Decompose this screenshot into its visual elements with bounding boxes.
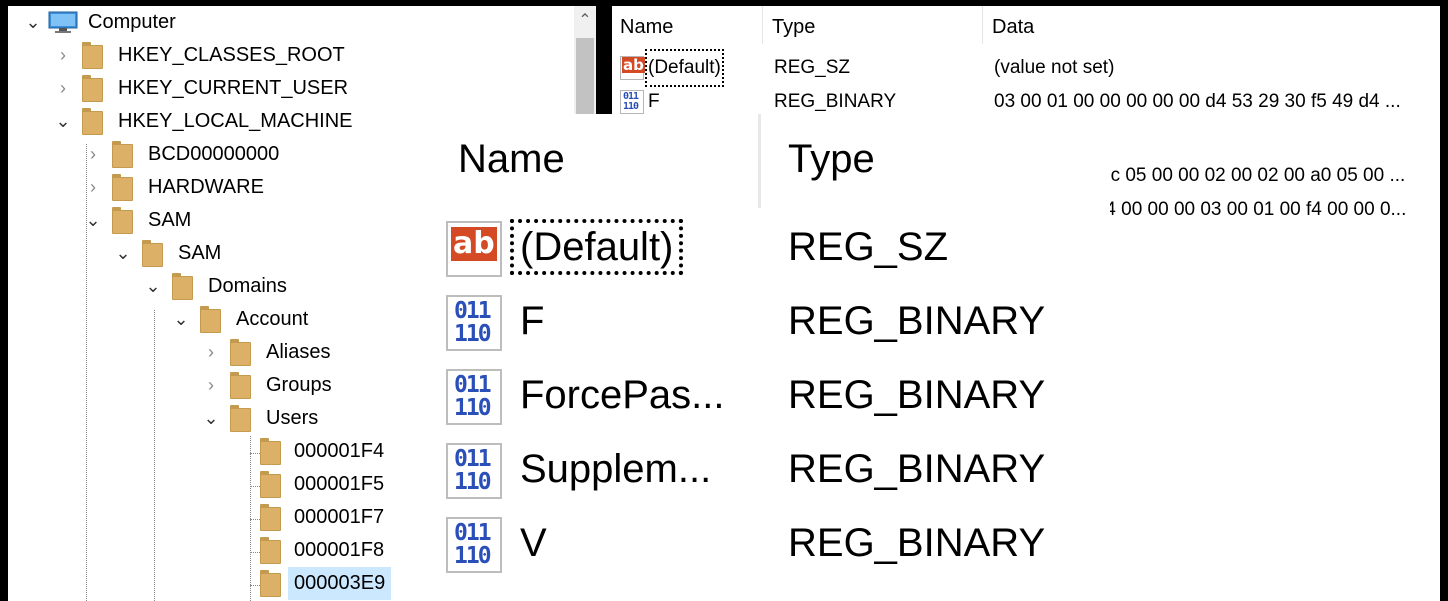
tree-node-label: 000001F4: [294, 440, 385, 462]
folder-icon: [260, 537, 281, 564]
tree-node-label: Users: [266, 407, 319, 429]
binary-value-icon: 011 110: [446, 443, 502, 499]
chevron-right-icon[interactable]: ›: [202, 369, 220, 402]
tree-node-label: SAM: [148, 209, 192, 231]
tree-node-label: Aliases: [266, 341, 331, 363]
value-data: f4 00 00 00 03 00 01 00 f4 00 00 0...: [1100, 199, 1407, 220]
chevron-right-icon[interactable]: ›: [54, 72, 72, 105]
tree-node-label: HKEY_LOCAL_MACHINE: [118, 110, 353, 132]
zoom-value-name: V: [520, 521, 547, 565]
folder-icon: [112, 207, 133, 234]
computer-icon: [48, 11, 78, 33]
zoom-value-row: 011 110 V REG_BINARY: [428, 510, 1110, 576]
binary-value-icon: 011 110: [446, 369, 502, 425]
zoom-value-type: REG_BINARY: [788, 299, 1046, 343]
chevron-down-icon[interactable]: ⌄: [54, 105, 72, 138]
tree-node-label: 000001F8: [294, 539, 385, 561]
tree-node-label-selected: 000003E9: [288, 567, 392, 600]
binary-value-icon: 011 110: [446, 295, 502, 351]
binary-value-icon: 011 110: [620, 90, 644, 114]
value-data: 9c 05 00 00 02 00 02 00 a0 05 00 ...: [1100, 165, 1406, 186]
folder-icon: [230, 405, 251, 432]
folder-icon: [230, 372, 251, 399]
folder-icon: [260, 570, 281, 597]
column-separator[interactable]: [982, 6, 983, 44]
tree-node-label: BCD00000000: [148, 143, 280, 165]
tree-node-label: HKEY_CURRENT_USER: [118, 77, 349, 99]
tree-node-label: Domains: [208, 275, 287, 297]
chevron-right-icon[interactable]: ›: [202, 336, 220, 369]
zoom-value-type: REG_BINARY: [788, 373, 1046, 417]
tree-node-label: Groups: [266, 374, 332, 396]
folder-icon: [230, 339, 251, 366]
chevron-down-icon[interactable]: ⌄: [84, 204, 102, 237]
value-row[interactable]: ab (Default) REG_SZ (value not set): [612, 49, 1440, 87]
zoom-value-name: F: [520, 299, 545, 343]
folder-icon: [260, 471, 281, 498]
string-value-icon: ab: [446, 221, 502, 277]
zoom-column-separator: [758, 114, 761, 208]
folder-icon: [260, 438, 281, 465]
scroll-up-arrow-icon[interactable]: ⌃: [574, 6, 596, 36]
zoom-value-type: REG_SZ: [788, 225, 949, 269]
zoom-column-header-name: Name: [458, 137, 565, 181]
tree-node-label: HKEY_CLASSES_ROOT: [118, 44, 345, 66]
column-header-name[interactable]: Name: [612, 6, 762, 46]
chevron-down-icon[interactable]: ⌄: [114, 237, 132, 270]
zoom-value-name: (Default): [509, 219, 684, 275]
zoom-value-row: 011 110 F REG_BINARY: [428, 288, 1110, 354]
zoom-value-row: 011 110 Supplem... REG_BINARY: [428, 436, 1110, 502]
zoom-value-name: ForcePas...: [520, 373, 725, 417]
column-separator[interactable]: [762, 6, 763, 44]
folder-icon: [142, 240, 163, 267]
value-type: REG_SZ: [774, 57, 851, 78]
tree-node-label: Account: [236, 308, 309, 330]
folder-icon: [260, 504, 281, 531]
tree-node-label: SAM: [178, 242, 222, 264]
folder-icon: [112, 141, 133, 168]
folder-icon: [112, 174, 133, 201]
zoom-value-row: ab (Default) REG_SZ: [428, 214, 1110, 280]
chevron-down-icon[interactable]: ⌄: [172, 303, 190, 336]
folder-icon: [200, 306, 221, 333]
string-value-icon: ab: [620, 56, 645, 80]
value-data: (value not set): [994, 57, 1115, 78]
zoomed-values-callout: Name Type ab (Default) REG_SZ 011 110 F R…: [428, 114, 1110, 601]
column-header-data[interactable]: Data: [984, 6, 1440, 46]
zoom-value-type: REG_BINARY: [788, 521, 1046, 565]
folder-icon: [82, 42, 103, 69]
zoom-value-type: REG_BINARY: [788, 447, 1046, 491]
tree-node-label: Computer: [88, 11, 176, 33]
chevron-down-icon[interactable]: ⌄: [144, 270, 162, 303]
chevron-right-icon[interactable]: ›: [54, 39, 72, 72]
tree-node-label: 000001F7: [294, 506, 385, 528]
column-header-type[interactable]: Type: [764, 6, 982, 46]
binary-value-icon: 011 110: [446, 517, 502, 573]
chevron-down-icon[interactable]: ⌄: [24, 6, 42, 39]
zoom-value-name: Supplem...: [520, 447, 712, 491]
folder-icon: [82, 75, 103, 102]
zoom-column-header-type: Type: [788, 137, 875, 181]
tree-node-label: HARDWARE: [148, 176, 264, 198]
chevron-down-icon[interactable]: ⌄: [202, 402, 220, 435]
chevron-right-icon[interactable]: ›: [84, 138, 102, 171]
zoom-value-row: 011 110 ForcePas... REG_BINARY: [428, 362, 1110, 428]
tree-node-label: 000001F5: [294, 473, 385, 495]
folder-icon: [82, 108, 103, 135]
folder-icon: [172, 273, 193, 300]
tree-guide-line: [154, 310, 155, 601]
value-name: (Default): [645, 49, 724, 87]
chevron-right-icon[interactable]: ›: [84, 171, 102, 204]
